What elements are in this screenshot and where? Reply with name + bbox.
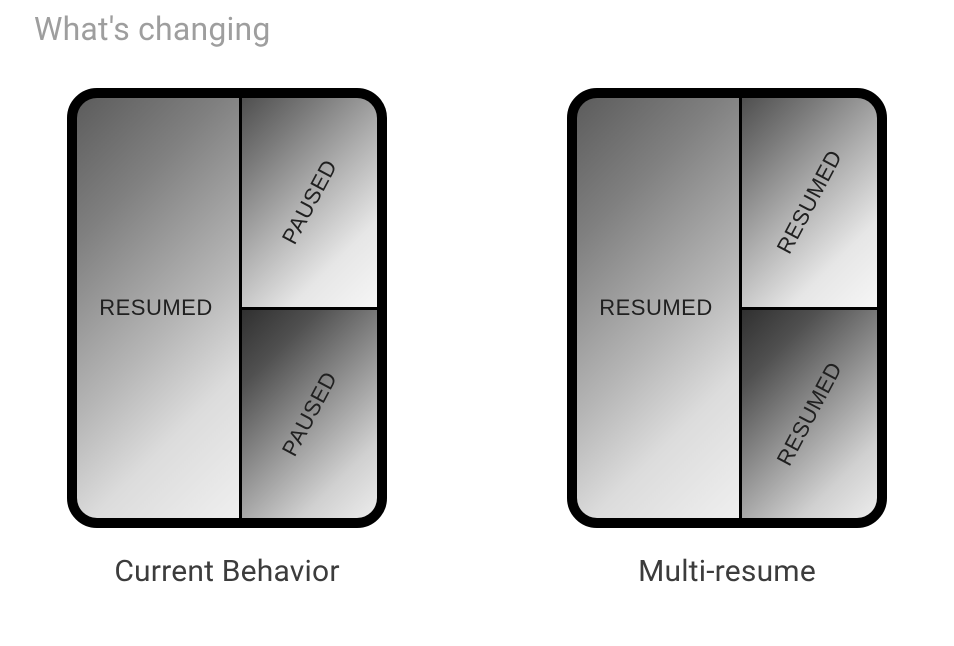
device-block-multiresume: RESUMED RESUMED RESUMED Multi-resume xyxy=(567,88,887,589)
app-pane-top-right-multiresume: RESUMED xyxy=(742,98,877,310)
app-state-label: RESUMED xyxy=(771,146,847,258)
app-state-label: RESUMED xyxy=(771,358,847,470)
app-pane-bottom-right-multiresume: RESUMED xyxy=(742,310,877,519)
device-frame-current: RESUMED PAUSED PAUSED xyxy=(67,88,387,528)
app-right-column-current: PAUSED PAUSED xyxy=(242,98,377,518)
page-heading: What's changing xyxy=(34,10,271,48)
device-caption-multiresume: Multi-resume xyxy=(638,554,816,589)
app-right-column-multiresume: RESUMED RESUMED xyxy=(742,98,877,518)
app-state-label: RESUMED xyxy=(599,295,713,321)
app-state-label: PAUSED xyxy=(276,156,342,249)
app-pane-left-multiresume: RESUMED xyxy=(577,98,742,518)
app-pane-left-current: RESUMED xyxy=(77,98,242,518)
device-caption-current: Current Behavior xyxy=(114,554,339,589)
app-state-label: RESUMED xyxy=(99,295,213,321)
app-state-label: PAUSED xyxy=(276,367,342,460)
devices-row: RESUMED PAUSED PAUSED Current Behavior R… xyxy=(0,88,954,589)
device-frame-multiresume: RESUMED RESUMED RESUMED xyxy=(567,88,887,528)
device-screen-current: RESUMED PAUSED PAUSED xyxy=(77,98,377,518)
app-pane-top-right-current: PAUSED xyxy=(242,98,377,310)
app-pane-bottom-right-current: PAUSED xyxy=(242,310,377,519)
device-block-current: RESUMED PAUSED PAUSED Current Behavior xyxy=(67,88,387,589)
device-screen-multiresume: RESUMED RESUMED RESUMED xyxy=(577,98,877,518)
